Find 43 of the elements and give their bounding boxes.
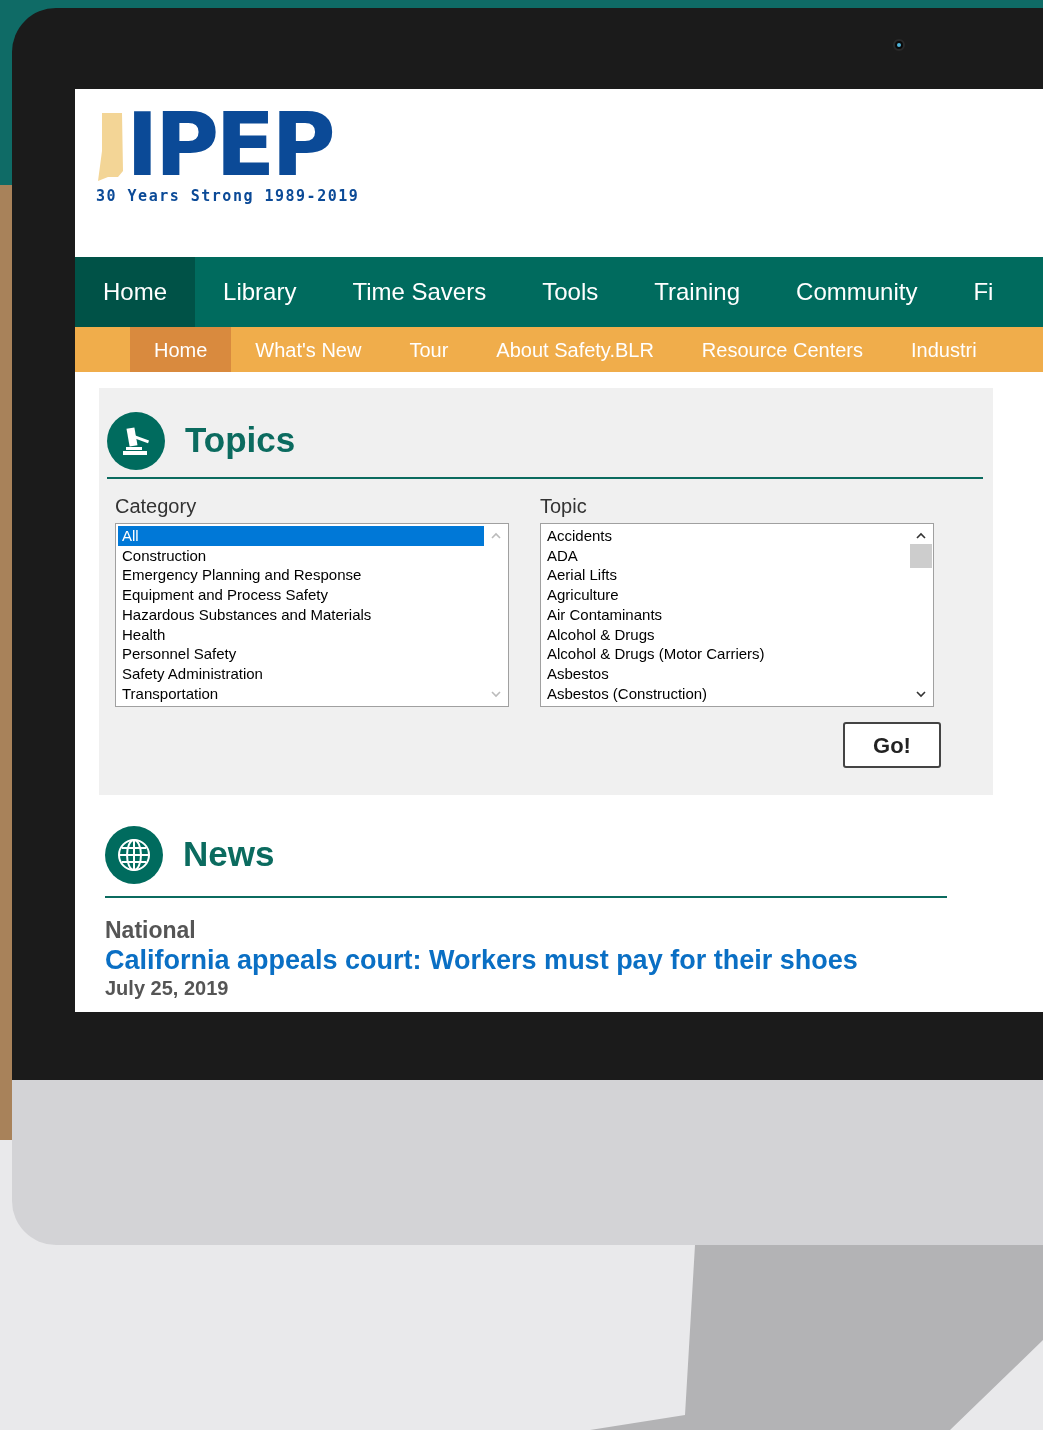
nav-tab[interactable]: Training [626,257,769,327]
list-option[interactable]: Asbestos (Construction) [543,683,909,704]
list-option[interactable]: Personnel Safety [118,644,484,664]
list-option[interactable]: Equipment and Process Safety [118,585,484,605]
list-option[interactable]: Air Contaminants [543,604,909,625]
nav-tab[interactable]: Fi [945,257,1022,327]
nav-tab[interactable]: Home [75,257,196,327]
globe-icon [105,825,163,884]
field-label: Category [115,494,198,519]
scroll-down-icon[interactable] [916,691,926,698]
logo-text[interactable]: IPEP [126,107,332,183]
list-box[interactable]: All Construction Emergency Planning and Response Equipment and Process Safety Hazardous Substances and Materials Health Personnel Safety Safety Administration Transportation [115,523,509,707]
section-title: Topics [185,419,296,462]
scroll-up-icon[interactable] [916,532,926,539]
list-option[interactable]: Transportation [118,683,484,704]
list-option[interactable]: All [118,526,484,546]
list-option[interactable]: Construction [118,545,484,566]
nav-tab[interactable]: Library [195,257,325,327]
news-headline-link[interactable]: California appeals court: Workers must pay for their shoes [105,944,858,976]
list-option[interactable]: Health [118,624,484,645]
nav-tab[interactable]: Tools [514,257,627,327]
logo-tagline: 30 Years Strong 1989-2019 [96,186,360,207]
gavel-icon [107,411,165,470]
list-option[interactable]: Agriculture [543,585,909,605]
list-option[interactable]: Safety Administration [118,663,484,684]
field-label: Topic [540,494,588,519]
list-option[interactable]: Alcohol & Drugs (Motor Carriers) [543,644,909,664]
list-option[interactable]: Hazardous Substances and Materials [118,604,484,625]
list-option[interactable]: Aerial Lifts [543,565,909,586]
list-option[interactable]: Alcohol & Drugs [543,624,909,645]
list-option[interactable]: Asbestos [543,663,909,684]
go-button[interactable]: Go! [843,722,941,768]
camera-icon [893,39,905,51]
news-date: July 25, 2019 [105,976,229,1000]
list-option[interactable]: Emergency Planning and Response [118,565,484,586]
nav-tab[interactable]: Community [768,257,946,327]
list-option[interactable]: Accidents [543,526,909,546]
nav-tab[interactable]: Time Savers [324,257,515,327]
list-option[interactable]: ADA [543,545,909,566]
scroll-thumb[interactable] [910,544,932,568]
news-category: National [105,916,196,944]
list-box[interactable]: Accidents ADA Aerial Lifts Agriculture Air Contaminants Alcohol & Drugs Alcohol & Drugs (Motor Carriers) Asbestos Asbestos (Construction) [540,523,934,707]
section-title: News [183,833,275,876]
